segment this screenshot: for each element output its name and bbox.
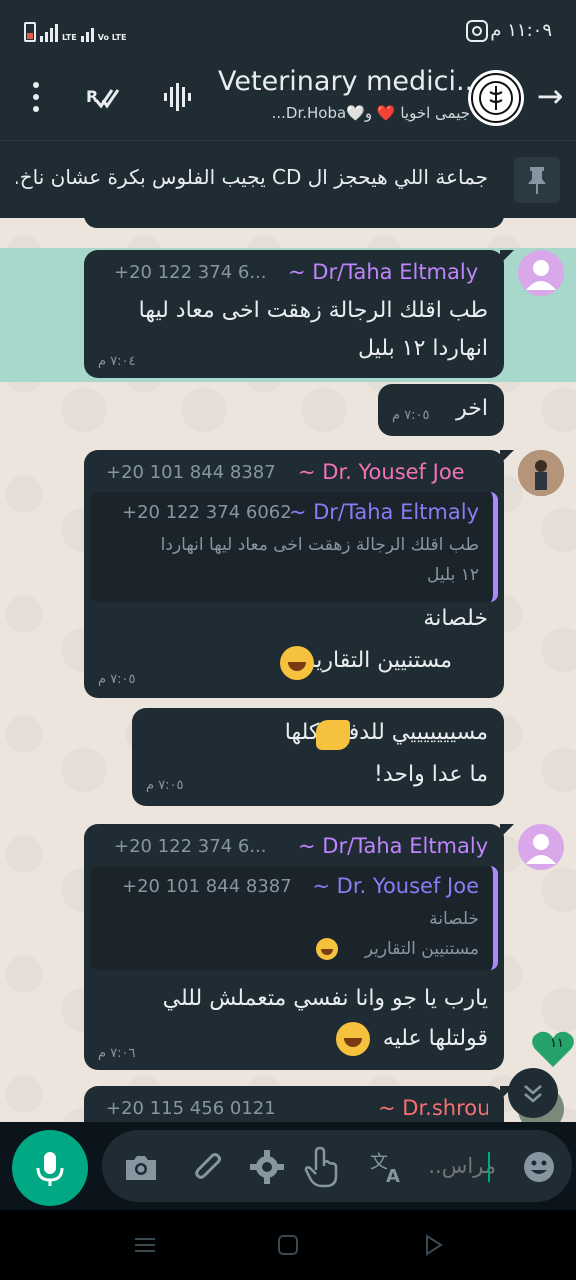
message-time: ٧:٠٥ م: [98, 672, 136, 687]
microphone-icon: [36, 1152, 64, 1186]
svg-text:R: R: [86, 87, 98, 106]
quoted-message[interactable]: ~ Dr/Taha Eltmaly +20 122 374 6062 طب اق…: [90, 492, 498, 602]
message-time: ٧:٠٥ م: [392, 408, 430, 423]
more-options-icon[interactable]: [26, 80, 46, 114]
message-time: ٧:٠٤ م: [98, 354, 136, 369]
quoted-phone: +20 122 374 6062: [122, 502, 292, 523]
read-receipt-icon[interactable]: R: [86, 82, 120, 112]
message-text-line: يارب يا جو وانا نفسي متعملش لللي: [162, 986, 488, 1011]
message-text-line: ما عدا واحد!: [374, 762, 488, 787]
sender-avatar[interactable]: [518, 450, 564, 496]
message-input[interactable]: [376, 1150, 496, 1182]
previous-message-bubble[interactable]: [84, 218, 504, 228]
message-input-bar: 文 A: [0, 1122, 576, 1210]
chat-title[interactable]: Veterinary medici...: [218, 66, 470, 97]
system-navigation-bar: [0, 1210, 576, 1280]
voice-record-button[interactable]: [12, 1130, 88, 1206]
pinned-message-text: جماعة اللي هيحجز ال CD يجيب الفلوس بكرة …: [16, 165, 488, 189]
quoted-sender: ~ Dr. Yousef Joe: [312, 874, 479, 898]
message-sender[interactable]: ~ Dr. Yousef Joe: [298, 460, 488, 484]
message-bubble[interactable]: ~ Dr.shroul +20 115 456 0121: [84, 1086, 514, 1122]
message-bubble[interactable]: اخر ٧:٠٥ م: [378, 384, 504, 436]
message-bubble[interactable]: ~ Dr/Taha Eltmaly +20 122 374 6... ~ Dr.…: [84, 824, 514, 1070]
chat-participants[interactable]: جيمى اخويا ❤️ و🤍Dr.Hoba...: [218, 104, 470, 122]
touch-hand-icon[interactable]: [300, 1144, 342, 1190]
pin-icon: [514, 157, 560, 203]
message-phone: +20 115 456 0121: [106, 1098, 276, 1119]
quoted-text-line: ١٢ بليل: [426, 565, 479, 585]
emoji-icon[interactable]: [520, 1148, 558, 1186]
pinned-message-bar[interactable]: جماعة اللي هيحجز ال CD يجيب الفلوس بكرة …: [0, 140, 576, 218]
tears-of-joy-emoji: [280, 646, 314, 680]
quoted-phone: +20 101 844 8387: [122, 876, 292, 897]
status-left-icons: LTE Vo LTE: [24, 22, 126, 42]
call-me-hand-emoji: [316, 720, 350, 750]
battery-icon: [24, 22, 36, 42]
back-arrow-icon[interactable]: →: [532, 78, 568, 114]
quoted-sender: ~ Dr/Taha Eltmaly: [288, 500, 479, 524]
message-text-line: قولتلها عليه: [382, 1026, 488, 1051]
quoted-message[interactable]: ~ Dr. Yousef Joe +20 101 844 8387 خلصانة…: [90, 866, 498, 970]
message-bubble[interactable]: ~ Dr/Taha Eltmaly +20 122 374 6... طب اق…: [84, 250, 514, 378]
message-text-line: مستنيين التقارير: [304, 648, 452, 673]
status-bar: LTE Vo LTE ١١:٠٩ م: [0, 0, 576, 60]
home-icon[interactable]: [275, 1232, 301, 1258]
tears-of-joy-emoji: [336, 1022, 370, 1056]
text-caret: [488, 1152, 490, 1182]
volte-label: Vo LTE: [97, 33, 127, 42]
network-label: LTE: [62, 33, 77, 42]
chat-header: R Veterinary medici... جيمى اخويا ❤️ و🤍D…: [0, 60, 576, 140]
voice-wave-icon[interactable]: [162, 82, 196, 112]
message-text-line: طب اقلك الرجالة زهقت اخى معاد ليها: [138, 298, 488, 323]
message-sender[interactable]: ~ Dr/Taha Eltmaly: [288, 260, 488, 284]
compose-field[interactable]: 文 A: [102, 1130, 572, 1202]
message-bubble[interactable]: مسيييييييي للدفعة كلها ما عدا واحد! ٧:٠٥…: [132, 708, 504, 806]
attach-icon[interactable]: [190, 1148, 228, 1186]
signal-icon: [40, 24, 58, 42]
message-phone: +20 122 374 6...: [114, 262, 267, 283]
reaction-count: ١١: [550, 1036, 564, 1051]
status-time: ١١:٠٩ م: [490, 20, 552, 41]
message-time: ٧:٠٥ م: [146, 778, 184, 793]
settings-gear-icon[interactable]: [248, 1148, 286, 1186]
sender-avatar[interactable]: [518, 824, 564, 870]
back-triangle-icon[interactable]: [420, 1232, 446, 1258]
message-phone: +20 122 374 6...: [114, 836, 267, 857]
message-bubble[interactable]: ~ Dr. Yousef Joe +20 101 844 8387 ~ Dr/T…: [84, 450, 514, 698]
message-time: ٧:٠٦ م: [98, 1046, 136, 1061]
message-sender[interactable]: ~ Dr/Taha Eltmaly: [298, 834, 488, 858]
instagram-icon: [466, 20, 488, 42]
group-avatar[interactable]: [468, 70, 524, 126]
message-text-line: انهاردا ١٢ بليل: [358, 336, 488, 361]
quoted-text-line: مستنيين التقارير: [364, 939, 479, 959]
tears-of-joy-emoji: [316, 938, 338, 960]
quoted-text-line: طب اقلك الرجالة زهقت اخى معاد ليها انهار…: [160, 535, 479, 555]
message-sender[interactable]: ~ Dr.shroul: [378, 1096, 488, 1120]
message-text-line: اخر: [456, 396, 488, 421]
message-text-line: خلصانة: [423, 606, 488, 631]
scroll-down-button[interactable]: [508, 1068, 558, 1118]
camera-icon[interactable]: [122, 1148, 160, 1186]
sender-avatar[interactable]: [518, 250, 564, 296]
recent-apps-icon[interactable]: [132, 1232, 158, 1258]
message-phone: +20 101 844 8387: [106, 462, 276, 483]
chat-area[interactable]: ~ Dr/Taha Eltmaly +20 122 374 6... طب اق…: [0, 218, 576, 1122]
quoted-text-line: خلصانة: [429, 909, 479, 929]
signal-icon-2: [80, 28, 94, 42]
double-chevron-down-icon: [524, 1085, 542, 1103]
